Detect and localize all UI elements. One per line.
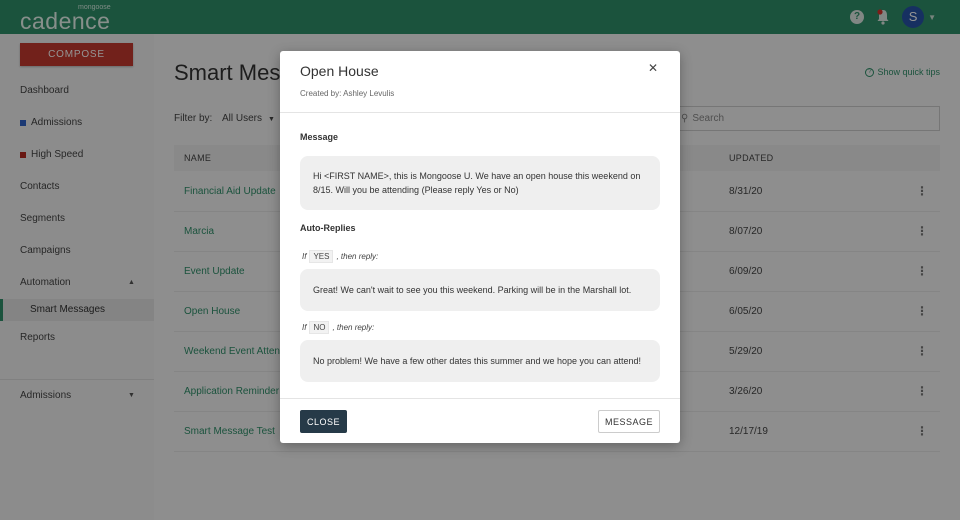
reply-text: Great! We can't wait to see you this wee… <box>313 285 632 295</box>
then-label: , then reply: <box>332 323 375 332</box>
close-button[interactable]: CLOSE <box>300 410 347 433</box>
modal-title: Open House <box>300 63 379 79</box>
auto-replies-label: Auto-Replies <box>300 223 356 233</box>
message-bubble: Hi <FIRST NAME>, this is Mongoose U. We … <box>300 156 660 210</box>
message-button[interactable]: MESSAGE <box>598 410 660 433</box>
reply-condition: If NO , then reply: <box>302 321 374 334</box>
reply-keyword: NO <box>309 321 330 334</box>
then-label: , then reply: <box>336 252 379 261</box>
if-label: If <box>302 252 307 261</box>
created-by: Created by: Ashley Levulis <box>300 89 395 98</box>
reply-condition: If YES , then reply: <box>302 250 378 263</box>
reply-keyword: YES <box>309 250 334 263</box>
reply-bubble: Great! We can't wait to see you this wee… <box>300 269 660 311</box>
modal-divider-bottom <box>280 398 680 399</box>
reply-bubble: No problem! We have a few other dates th… <box>300 340 660 382</box>
smart-message-modal: Open House Created by: Ashley Levulis ✕ … <box>280 51 680 443</box>
close-icon[interactable]: ✕ <box>646 61 660 75</box>
modal-divider-top <box>280 112 680 113</box>
message-label: Message <box>300 132 339 142</box>
if-label: If <box>302 323 307 332</box>
message-text: Hi <FIRST NAME>, this is Mongoose U. We … <box>313 171 641 195</box>
reply-text: No problem! We have a few other dates th… <box>313 356 642 366</box>
